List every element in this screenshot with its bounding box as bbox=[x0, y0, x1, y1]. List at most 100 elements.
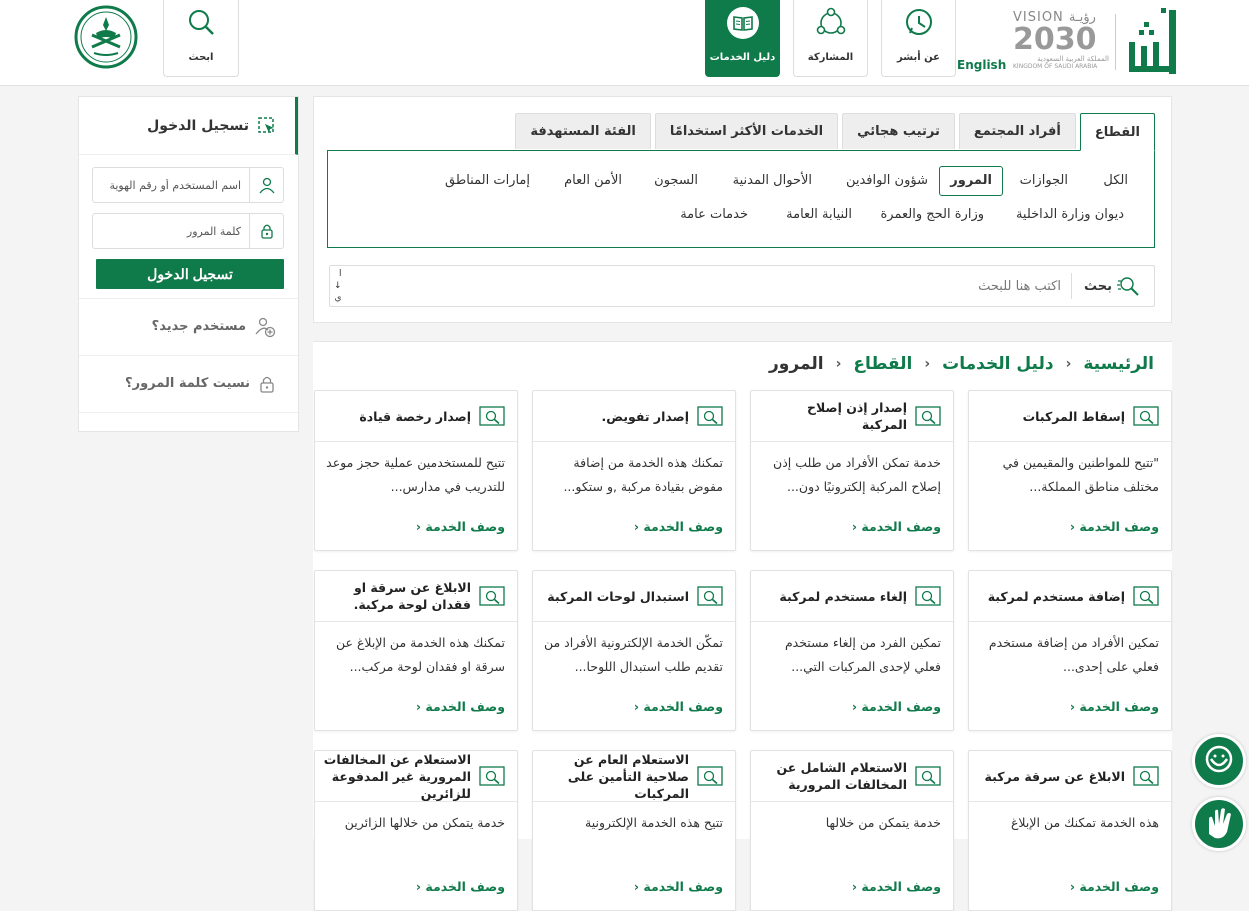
service-description-link[interactable]: وصف الخدمة ‹ bbox=[634, 519, 723, 534]
service-more-label: وصف الخدمة bbox=[861, 519, 941, 534]
service-description-link[interactable]: وصف الخدمة ‹ bbox=[852, 879, 941, 894]
service-card-description: خدمة يتمكن من خلالها bbox=[825, 815, 941, 830]
username-input[interactable] bbox=[99, 178, 249, 192]
scroll-glyph-bottom: ي bbox=[334, 293, 342, 303]
header-search-button[interactable]: ابحث bbox=[163, 0, 239, 77]
service-card[interactable]: إصدار تفويض. تمكنك هذه الخدمة من إضافة مف… bbox=[532, 390, 736, 551]
service-card-title[interactable]: إصدار إذن إصلاح المركبة bbox=[759, 391, 941, 441]
chevron-left-icon: ‹ bbox=[1069, 879, 1076, 894]
service-description-link[interactable]: وصف الخدمة ‹ bbox=[852, 519, 941, 534]
service-card[interactable]: الاستعلام عن المخالفات المرورية غير المد… bbox=[314, 750, 518, 911]
service-card[interactable]: إصدار إذن إصلاح المركبة خدمة تمكن الأفراد… bbox=[750, 390, 954, 551]
absher-logo[interactable] bbox=[1123, 6, 1181, 76]
search-submit-button[interactable]: بحث bbox=[1070, 273, 1154, 299]
service-card[interactable]: إلغاء مستخدم لمركبة تمكين الفرد من إلغاء … bbox=[750, 570, 954, 731]
chip-general-services[interactable]: خدمات عامة bbox=[670, 201, 758, 231]
vision-2030-logo: VISION رؤيـة 2030 المملكة العربية السعود… bbox=[1013, 10, 1109, 74]
service-title-text: الاستعلام الشامل عن المخالفات المرورية bbox=[776, 760, 907, 792]
sign-language-button[interactable] bbox=[1192, 797, 1246, 851]
service-search-icon bbox=[697, 406, 723, 426]
service-card-title[interactable]: إصدار تفويض. bbox=[541, 391, 723, 441]
service-card[interactable]: الاستعلام الشامل عن المخالفات المرورية خد… bbox=[750, 750, 954, 911]
password-input[interactable] bbox=[99, 224, 249, 238]
service-description-link[interactable]: وصف الخدمة ‹ bbox=[416, 699, 505, 714]
service-card-title[interactable]: الاستعلام الشامل عن المخالفات المرورية bbox=[759, 751, 941, 801]
service-description-link[interactable]: وصف الخدمة ‹ bbox=[1070, 519, 1159, 534]
service-description-link[interactable]: وصف الخدمة ‹ bbox=[416, 879, 505, 894]
login-submit-button[interactable]: تسجيل الدخول bbox=[96, 259, 284, 289]
nav-participation[interactable]: المشاركة bbox=[793, 0, 868, 77]
service-card-title[interactable]: إسقاط المركبات bbox=[977, 391, 1159, 441]
new-user-link[interactable]: مستخدم جديد؟ bbox=[79, 298, 298, 354]
service-description-link[interactable]: وصف الخدمة ‹ bbox=[416, 519, 505, 534]
nav-about-absher[interactable]: عن أبشر bbox=[881, 0, 956, 77]
service-title-text: إصدار إذن إصلاح المركبة bbox=[807, 400, 907, 432]
breadcrumb-sector[interactable]: القطاع bbox=[853, 354, 912, 374]
service-card[interactable]: الاستعلام العام عن صلاحية التأمين على ال… bbox=[532, 750, 736, 911]
service-title-text: استبدال لوحات المركبة bbox=[547, 588, 689, 604]
chip-civil-affairs[interactable]: الأحوال المدنية bbox=[723, 167, 822, 197]
chip-interior-ministry-court[interactable]: ديوان وزارة الداخلية bbox=[1006, 201, 1134, 231]
service-title-text: إصدار رخصة قيادة bbox=[359, 408, 471, 424]
card-divider bbox=[533, 441, 735, 442]
chip-expatriates[interactable]: شؤون الوافدين bbox=[836, 167, 938, 197]
tab-target-group[interactable]: الفئة المستهدفة bbox=[515, 113, 651, 149]
breadcrumb-services-guide[interactable]: دليل الخدمات bbox=[942, 354, 1053, 374]
service-card[interactable]: إصدار رخصة قيادة تتيح للمستخدمين عملية حج… bbox=[314, 390, 518, 551]
results-section: الرئيسية ‹ دليل الخدمات ‹ القطاع ‹ المرو… bbox=[313, 341, 1172, 911]
service-card-title[interactable]: إضافة مستخدم لمركبة bbox=[977, 571, 1159, 621]
service-card[interactable]: استبدال لوحات المركبة تمكّن الخدمة الإلكت… bbox=[532, 570, 736, 731]
breadcrumb-home[interactable]: الرئيسية bbox=[1083, 354, 1154, 374]
service-description-link[interactable]: وصف الخدمة ‹ bbox=[634, 699, 723, 714]
service-card-description: تمكنك هذه الخدمة من الإبلاغ عن سرقة او ف… bbox=[336, 635, 505, 674]
service-description-link[interactable]: وصف الخدمة ‹ bbox=[1070, 879, 1159, 894]
tab-alphabetical[interactable]: ترتيب هجائي bbox=[842, 113, 955, 149]
service-description-link[interactable]: وصف الخدمة ‹ bbox=[852, 699, 941, 714]
service-card-title[interactable]: الاستعلام العام عن صلاحية التأمين على ال… bbox=[541, 751, 723, 801]
service-card[interactable]: إضافة مستخدم لمركبة تمكين الأفراد من إضاف… bbox=[968, 570, 1172, 731]
service-description-link[interactable]: وصف الخدمة ‹ bbox=[1070, 699, 1159, 714]
service-title-text: الاستعلام عن المخالفات المرورية غير المد… bbox=[323, 751, 471, 801]
service-card-title[interactable]: الاستعلام عن المخالفات المرورية غير المد… bbox=[323, 751, 505, 801]
chip-hajj-umrah[interactable]: وزارة الحج والعمرة bbox=[871, 201, 995, 231]
forgot-password-link[interactable]: نسيت كلمة المرور؟ bbox=[79, 355, 298, 411]
breadcrumb-separator: ‹ bbox=[924, 356, 931, 372]
service-card[interactable]: الابلاغ عن سرقة مركبة هذه الخدمة تمكنك من… bbox=[968, 750, 1172, 911]
service-card-title[interactable]: إلغاء مستخدم لمركبة bbox=[759, 571, 941, 621]
login-footer-divider bbox=[79, 412, 298, 432]
service-search-icon bbox=[697, 766, 723, 786]
chat-support-button[interactable] bbox=[1192, 734, 1246, 788]
chip-regional-emirates[interactable]: إمارات المناطق bbox=[435, 167, 540, 197]
tab-sector[interactable]: القطاع bbox=[1079, 113, 1155, 151]
service-search-icon bbox=[1133, 406, 1159, 426]
nav-services-guide[interactable]: دليل الخدمات bbox=[705, 0, 780, 77]
chip-public-prosecution[interactable]: النيابة العامة bbox=[776, 201, 862, 231]
community-icon bbox=[816, 7, 845, 35]
chip-passports[interactable]: الجوازات bbox=[1010, 167, 1078, 197]
service-card-title[interactable]: استبدال لوحات المركبة bbox=[541, 571, 723, 621]
service-search-input[interactable] bbox=[330, 278, 1071, 294]
card-divider bbox=[751, 801, 953, 802]
header-divider bbox=[1115, 14, 1116, 70]
service-card-title[interactable]: إصدار رخصة قيادة bbox=[323, 391, 505, 441]
service-search-icon bbox=[479, 406, 505, 426]
password-field[interactable] bbox=[92, 213, 284, 249]
chip-traffic[interactable]: المرور bbox=[939, 166, 1003, 196]
tab-most-used[interactable]: الخدمات الأكثر استخدامًا bbox=[654, 113, 839, 149]
alphabet-scroll-widget[interactable]: ا ↓ ي bbox=[334, 268, 342, 304]
service-description-link[interactable]: وصف الخدمة ‹ bbox=[634, 879, 723, 894]
language-switch[interactable]: English bbox=[957, 58, 1006, 72]
service-title-text: إلغاء مستخدم لمركبة bbox=[779, 588, 907, 604]
service-card-title[interactable]: الابلاغ عن سرقة مركبة bbox=[977, 751, 1159, 801]
service-more-label: وصف الخدمة bbox=[1079, 519, 1159, 534]
lock-icon bbox=[249, 214, 283, 248]
service-card-title[interactable]: الابلاغ عن سرقة او فقدان لوحة مركبة. bbox=[323, 571, 505, 621]
tab-community-members[interactable]: أفراد المجتمع bbox=[958, 113, 1076, 149]
service-card[interactable]: الابلاغ عن سرقة او فقدان لوحة مركبة. تمكن… bbox=[314, 570, 518, 731]
chip-all[interactable]: الكل bbox=[1093, 167, 1138, 197]
service-card[interactable]: إسقاط المركبات "تتيح للمواطنين والمقيمين … bbox=[968, 390, 1172, 551]
chip-prisons[interactable]: السجون bbox=[644, 167, 708, 197]
username-field[interactable] bbox=[92, 167, 284, 203]
service-card-description: "تتيح للمواطنين والمقيمين في مختلف مناطق… bbox=[1002, 455, 1159, 494]
chip-public-security[interactable]: الأمن العام bbox=[554, 167, 632, 197]
